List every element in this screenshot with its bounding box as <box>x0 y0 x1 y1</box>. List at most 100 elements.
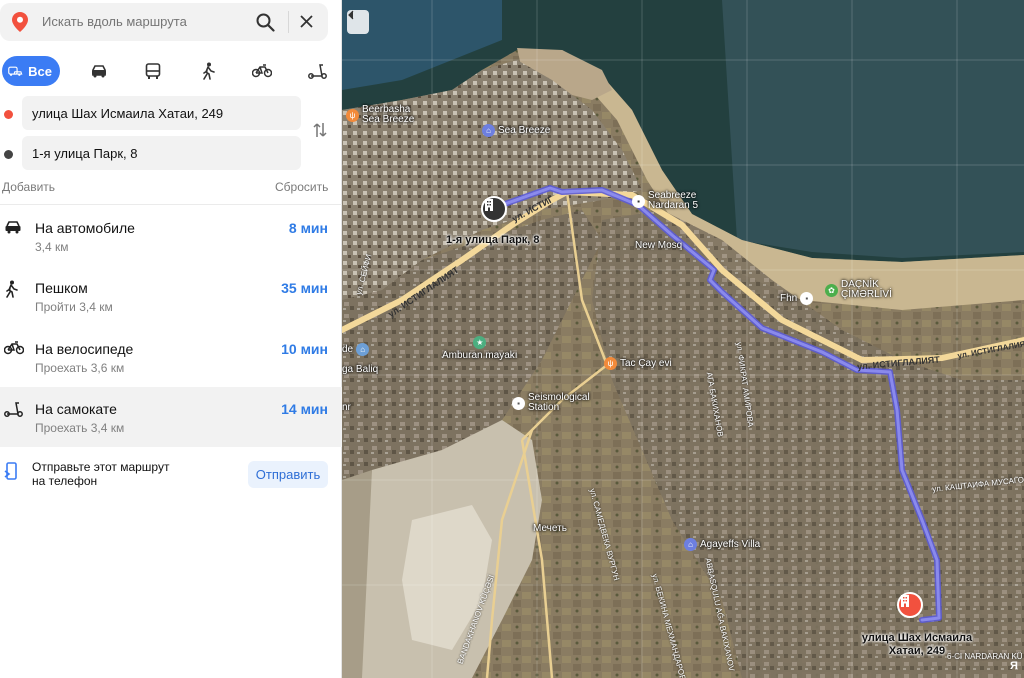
pedestrian-icon <box>4 280 18 303</box>
poi-new-mosque[interactable]: New Mosq <box>635 240 682 251</box>
origin-field[interactable]: улица Шах Исмаила Хатаи, 249 <box>22 96 301 130</box>
poi-sea-breeze[interactable]: ⌂ Sea Breeze <box>482 124 550 137</box>
poi-label: Agayeffs Villa <box>700 539 761 550</box>
mode-car-button[interactable] <box>88 56 110 86</box>
poi-label: Мечеть <box>533 523 567 534</box>
scooter-icon <box>307 64 327 79</box>
lighthouse-icon: ★ <box>473 336 487 349</box>
mode-all-button[interactable]: Все <box>2 56 60 86</box>
poi-ga-baliq[interactable]: ga Baliq <box>342 364 378 375</box>
poi-dacnik[interactable]: ✿ DAÇNİK ÇİMƏRLİVİ <box>825 280 892 300</box>
option-scooter[interactable]: На самокате Проехать 3,4 км 14 мин <box>0 387 342 447</box>
mode-walk-button[interactable] <box>198 56 218 86</box>
option-title: Пешком <box>35 280 88 296</box>
poi-mechet[interactable]: Мечеть <box>533 523 567 534</box>
divider <box>0 204 342 205</box>
poi-beerbasha[interactable]: ψ Beerbasha Sea Breeze <box>346 105 414 125</box>
poi-seismological[interactable]: ▪ Seismological Station <box>512 393 590 413</box>
option-time: 10 мин <box>281 341 328 357</box>
building-icon: ▪ <box>632 194 645 208</box>
origin-dot <box>4 110 13 119</box>
destination-label: улица Шах Исмаила Хатаи, 249 <box>852 632 982 658</box>
poi-agayeffs[interactable]: ⌂ Agayeffs Villa <box>684 538 760 551</box>
building-icon <box>485 199 493 211</box>
hotel-icon: ⌂ <box>482 124 495 137</box>
destination-label-line1: улица Шах Исмаила <box>861 632 973 644</box>
search-divider <box>288 11 289 33</box>
send-button[interactable]: Отправить <box>248 461 328 488</box>
close-icon[interactable] <box>299 14 314 34</box>
phone-icon <box>4 462 18 487</box>
poi-tac-cay[interactable]: ψ Tac Çay evi <box>604 357 672 370</box>
route-panel: Все улица Шах Исмаила Хатаи, 249 <box>0 0 342 678</box>
option-car[interactable]: На автомобиле 3,4 км 8 мин <box>0 206 342 266</box>
destination-label-line2: Хатаи, 249 <box>888 645 946 657</box>
building-icon: ▪ <box>800 292 814 305</box>
destination-field[interactable]: 1-я улица Парк, 8 <box>22 136 301 170</box>
poi-fhn[interactable]: Fhn ▪ <box>780 292 814 305</box>
collapse-panel-button[interactable] <box>347 10 369 34</box>
poi-label: Sea Breeze <box>498 125 551 136</box>
poi-label: Nardaran 5 <box>648 200 699 211</box>
option-title: На велосипеде <box>35 341 134 357</box>
option-bike[interactable]: На велосипеде Проехать 3,6 км 10 мин <box>0 327 342 387</box>
destination-dot <box>4 150 13 159</box>
car-icon <box>92 65 106 78</box>
location-pin-icon <box>12 12 28 37</box>
start-marker[interactable] <box>481 196 507 222</box>
poi-seabreeze-nardaran[interactable]: ▪ Seabreeze Nardaran 5 <box>632 191 698 211</box>
option-title: На самокате <box>35 401 117 417</box>
send-to-phone-row: Отправьте этот маршрут на телефон Отправ… <box>0 452 342 496</box>
poi-de[interactable]: de ⌂ <box>342 343 370 356</box>
option-distance: Проехать 3,6 км <box>35 361 125 375</box>
poi-amburan[interactable]: ★ Amburan mayakı <box>442 336 518 361</box>
option-time: 14 мин <box>281 401 328 417</box>
car-icon <box>4 220 22 239</box>
hotel-icon: ⌂ <box>356 343 370 356</box>
destination-value: 1-я улица Парк, 8 <box>32 146 138 161</box>
poi-label: nr <box>342 402 351 413</box>
mode-all-label: Все <box>28 63 52 79</box>
map-view[interactable]: ул. ИСТИГЛАЛИЯТ ул. ИСТИГ ул. ИСТИГЛАЛИЯ… <box>342 0 1024 678</box>
start-label: 1-я улица Парк, 8 <box>446 234 540 246</box>
bicycle-icon <box>3 341 25 360</box>
option-title: На автомобиле <box>35 220 135 236</box>
search-input[interactable] <box>42 14 242 29</box>
add-point-link[interactable]: Добавить <box>2 180 55 194</box>
bicycle-icon <box>252 64 272 78</box>
restaurant-icon: ψ <box>346 108 359 122</box>
origin-value: улица Шах Исмаила Хатаи, 249 <box>32 106 224 121</box>
poi-label: New Mosq <box>635 240 683 251</box>
pedestrian-icon <box>203 62 215 80</box>
option-time: 35 мин <box>281 280 328 296</box>
mode-bike-button[interactable] <box>250 56 274 86</box>
poi-label: Sea Breeze <box>362 114 415 125</box>
destination-marker[interactable] <box>897 592 923 618</box>
app-root: Все улица Шах Исмаила Хатаи, 249 <box>0 0 1024 678</box>
park-icon: ✿ <box>825 283 838 297</box>
send-text-line1: Отправьте этот маршрут <box>32 460 170 474</box>
building-icon: ▪ <box>512 396 525 410</box>
send-text-line2: на телефон <box>32 474 98 488</box>
poi-label: ga Baliq <box>342 364 379 375</box>
cafe-icon: ψ <box>604 357 617 370</box>
all-transport-icon <box>8 66 23 76</box>
poi-nr[interactable]: nr <box>342 402 351 413</box>
mode-scooter-button[interactable] <box>306 56 328 86</box>
poi-label: Fhn <box>780 293 798 304</box>
poi-label: Station <box>528 402 560 413</box>
reset-route-link[interactable]: Сбросить <box>275 180 328 194</box>
chevron-left-icon <box>348 10 354 20</box>
bus-icon <box>145 62 161 79</box>
swap-route-icon[interactable] <box>312 121 328 144</box>
scooter-icon <box>4 401 23 422</box>
yandex-logo: Я <box>1010 660 1018 672</box>
hotel-icon: ⌂ <box>684 538 697 551</box>
building-icon <box>901 595 909 607</box>
route-search-box[interactable] <box>0 3 328 41</box>
mode-bus-button[interactable] <box>142 56 164 86</box>
option-distance: 3,4 км <box>35 240 69 254</box>
option-distance: Проехать 3,4 км <box>35 421 125 435</box>
option-walk[interactable]: Пешком Пройти 3,4 км 35 мин <box>0 266 342 326</box>
search-icon[interactable] <box>256 13 275 37</box>
